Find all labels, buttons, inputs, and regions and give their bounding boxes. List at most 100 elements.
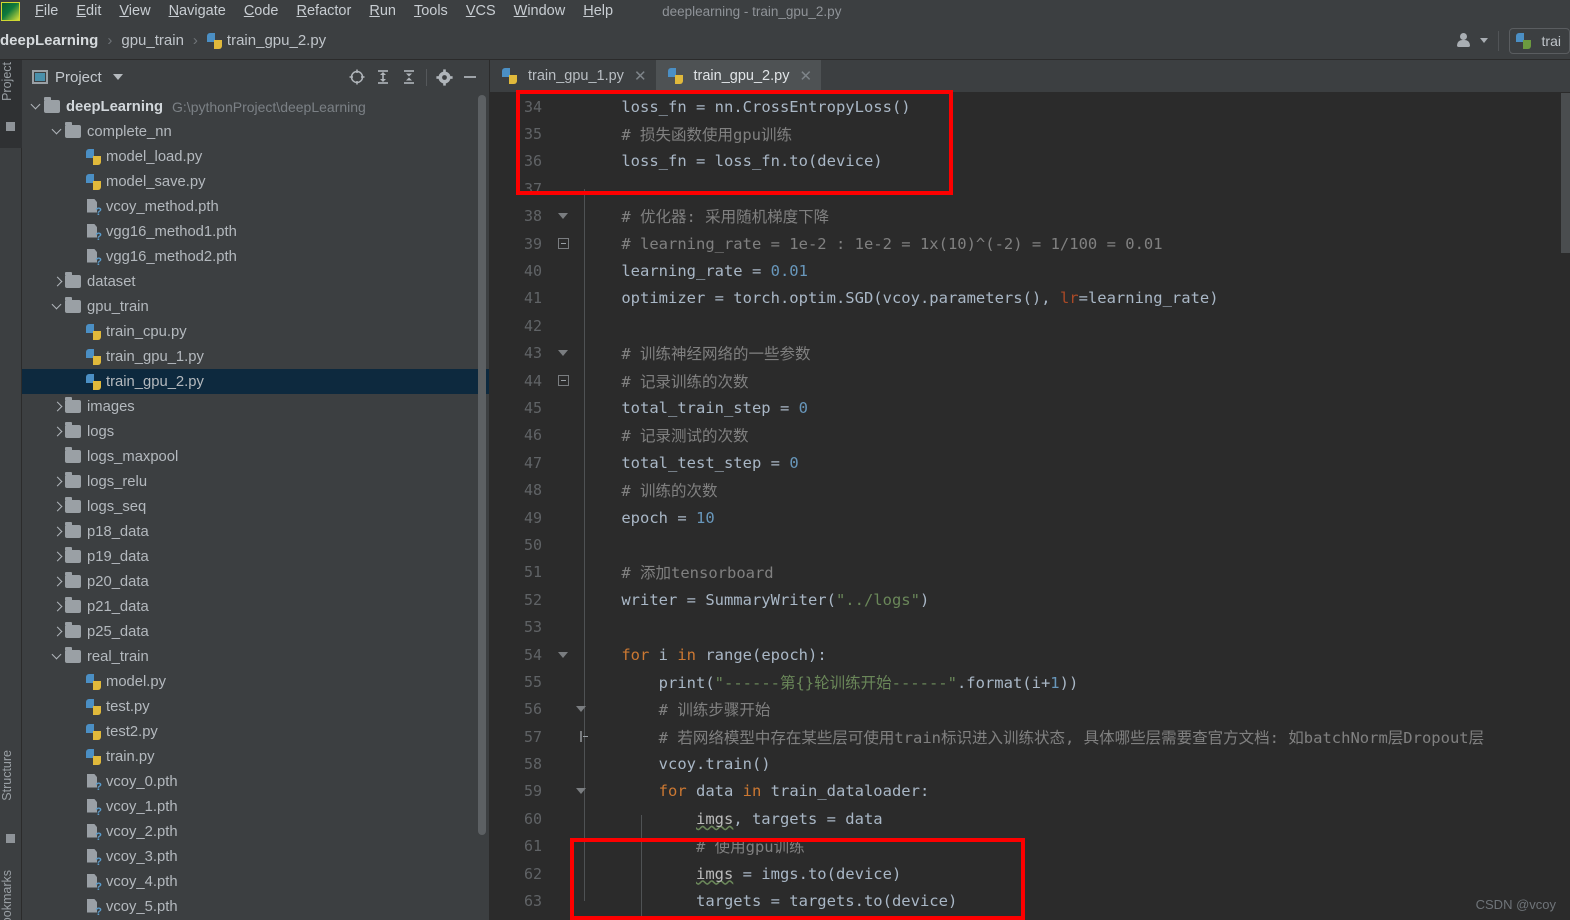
editor-scrollbar[interactable] <box>1561 93 1570 253</box>
tree-row[interactable]: vcoy_4.pth <box>22 869 489 894</box>
code-line[interactable]: 50 <box>490 531 1570 558</box>
tree-row[interactable]: logs_relu <box>22 469 489 494</box>
tree-row[interactable]: train_gpu_2.py <box>22 369 489 394</box>
tree-row[interactable]: vcoy_1.pth <box>22 794 489 819</box>
breadcrumb-item-file[interactable]: train_gpu_2.py <box>227 32 326 49</box>
hide-panel-icon[interactable] <box>457 64 483 90</box>
account-button[interactable] <box>1456 32 1488 50</box>
code-line[interactable]: 36 loss_fn = loss_fn.to(device) <box>490 148 1570 175</box>
chevron-right-icon[interactable] <box>49 419 65 444</box>
editor-tab[interactable]: train_gpu_1.py ✕ <box>490 60 656 92</box>
tree-row[interactable]: model_save.py <box>22 169 489 194</box>
tree-row[interactable]: train.py <box>22 744 489 769</box>
tree-row[interactable]: vcoy_5.pth <box>22 894 489 919</box>
chevron-right-icon[interactable] <box>49 269 65 294</box>
chevron-down-icon[interactable] <box>49 294 65 319</box>
menu-item-view[interactable]: View <box>110 0 159 22</box>
settings-gear-icon[interactable] <box>431 64 457 90</box>
code-editor[interactable]: 34 loss_fn = nn.CrossEntropyLoss() 35 # 损… <box>490 93 1570 920</box>
tree-row[interactable]: images <box>22 394 489 419</box>
chevron-right-icon[interactable] <box>49 544 65 569</box>
menu-item-navigate[interactable]: Navigate <box>160 0 235 22</box>
tree-row[interactable]: deepLearning G:\pythonProject\deepLearnin… <box>22 94 489 119</box>
project-file-tree[interactable]: deepLearning G:\pythonProject\deepLearnin… <box>22 94 489 919</box>
chevron-down-icon[interactable] <box>49 119 65 144</box>
code-line[interactable]: 56 # 训练步骤开始 <box>490 696 1570 723</box>
tree-row[interactable]: real_train <box>22 644 489 669</box>
code-fold-expanded-icon[interactable] <box>552 778 586 805</box>
code-fold-collapsed-icon[interactable] <box>552 230 574 257</box>
tree-row[interactable]: p20_data <box>22 569 489 594</box>
chevron-down-icon[interactable] <box>28 94 44 119</box>
code-line[interactable]: 55 print("------第{}轮训练开始------".format(i… <box>490 668 1570 695</box>
close-icon[interactable]: ✕ <box>799 67 812 85</box>
tree-row[interactable]: vgg16_method1.pth <box>22 219 489 244</box>
code-line[interactable]: 42 <box>490 312 1570 339</box>
code-line[interactable]: 58 vcoy.train() <box>490 750 1570 777</box>
run-configuration-selector[interactable]: trai <box>1508 27 1570 54</box>
breadcrumb-item-project[interactable]: deepLearning <box>0 32 98 49</box>
tree-row[interactable]: model_load.py <box>22 144 489 169</box>
tree-row[interactable]: complete_nn <box>22 119 489 144</box>
breadcrumb-item-folder[interactable]: gpu_train <box>121 32 184 49</box>
chevron-right-icon[interactable] <box>49 619 65 644</box>
stripe-bookmarks-button[interactable]: Bookmarks <box>0 870 22 920</box>
code-line[interactable]: 52 writer = SummaryWriter("../logs") <box>490 586 1570 613</box>
chevron-down-icon[interactable] <box>49 644 65 669</box>
collapse-all-icon[interactable] <box>396 64 422 90</box>
code-line[interactable]: 49 epoch = 10 <box>490 504 1570 531</box>
code-fold-expanded-icon[interactable] <box>552 696 586 723</box>
code-line[interactable]: 54 for i in range(epoch): <box>490 641 1570 668</box>
tree-row[interactable]: vcoy_0.pth <box>22 769 489 794</box>
code-fold-expanded-icon[interactable] <box>552 340 574 367</box>
code-line[interactable]: 37 <box>490 175 1570 202</box>
tree-row[interactable]: vgg16_method2.pth <box>22 244 489 269</box>
menu-item-code[interactable]: Code <box>235 0 288 22</box>
code-line[interactable]: 39 # learning_rate = 1e-2 : 1e-2 = 1x(10… <box>490 230 1570 257</box>
code-line[interactable]: 45 total_train_step = 0 <box>490 394 1570 421</box>
code-line[interactable]: 53 <box>490 613 1570 640</box>
code-line[interactable]: 46 # 记录测试的次数 <box>490 422 1570 449</box>
tree-row[interactable]: p19_data <box>22 544 489 569</box>
close-icon[interactable]: ✕ <box>634 67 647 85</box>
code-line[interactable]: 60 imgs, targets = data <box>490 805 1570 832</box>
tree-row[interactable]: vcoy_method.pth <box>22 194 489 219</box>
chevron-right-icon[interactable] <box>49 519 65 544</box>
menu-item-help[interactable]: Help <box>574 0 622 22</box>
chevron-right-icon[interactable] <box>49 569 65 594</box>
code-line[interactable]: 43 # 训练神经网络的一些参数 <box>490 340 1570 367</box>
tree-row[interactable]: logs_seq <box>22 494 489 519</box>
chevron-right-icon[interactable] <box>49 594 65 619</box>
chevron-right-icon[interactable] <box>49 494 65 519</box>
code-line[interactable]: 57 # 若网络模型中存在某些层可使用train标识进入训练状态, 具体哪些层需… <box>490 723 1570 750</box>
project-panel-scrollbar[interactable] <box>478 95 486 835</box>
code-fold-collapsed-icon[interactable] <box>552 367 574 394</box>
tree-row[interactable]: train_gpu_1.py <box>22 344 489 369</box>
code-line[interactable]: 48 # 训练的次数 <box>490 476 1570 503</box>
code-line[interactable]: 61 # 使用gpu训练 <box>490 833 1570 860</box>
tree-row[interactable]: logs_maxpool <box>22 444 489 469</box>
tree-row[interactable]: vcoy_2.pth <box>22 819 489 844</box>
menu-item-edit[interactable]: Edit <box>67 0 110 22</box>
chevron-right-icon[interactable] <box>49 394 65 419</box>
code-line[interactable]: 47 total_test_step = 0 <box>490 449 1570 476</box>
menu-item-refactor[interactable]: Refactor <box>288 0 361 22</box>
menu-item-vcs[interactable]: VCS <box>457 0 505 22</box>
tree-row[interactable]: dataset <box>22 269 489 294</box>
code-line[interactable]: 62 imgs = imgs.to(device) <box>490 860 1570 887</box>
tree-row[interactable]: logs <box>22 419 489 444</box>
stripe-structure-button[interactable]: Structure <box>0 750 22 860</box>
editor-tab[interactable]: train_gpu_2.py ✕ <box>655 60 822 93</box>
tree-row[interactable]: gpu_train <box>22 294 489 319</box>
code-fold-collapsed-icon[interactable] <box>552 723 588 750</box>
code-line[interactable]: 44 # 记录训练的次数 <box>490 367 1570 394</box>
code-line[interactable]: 38 # 优化器: 采用随机梯度下降 <box>490 203 1570 230</box>
expand-all-icon[interactable] <box>370 64 396 90</box>
tree-row[interactable]: test.py <box>22 694 489 719</box>
code-line[interactable]: 59 for data in train_dataloader: <box>490 778 1570 805</box>
code-line[interactable]: 40 learning_rate = 0.01 <box>490 257 1570 284</box>
tree-row[interactable]: train_cpu.py <box>22 319 489 344</box>
code-fold-expanded-icon[interactable] <box>552 641 574 668</box>
code-line[interactable]: 41 optimizer = torch.optim.SGD(vcoy.para… <box>490 285 1570 312</box>
menu-item-tools[interactable]: Tools <box>405 0 457 22</box>
